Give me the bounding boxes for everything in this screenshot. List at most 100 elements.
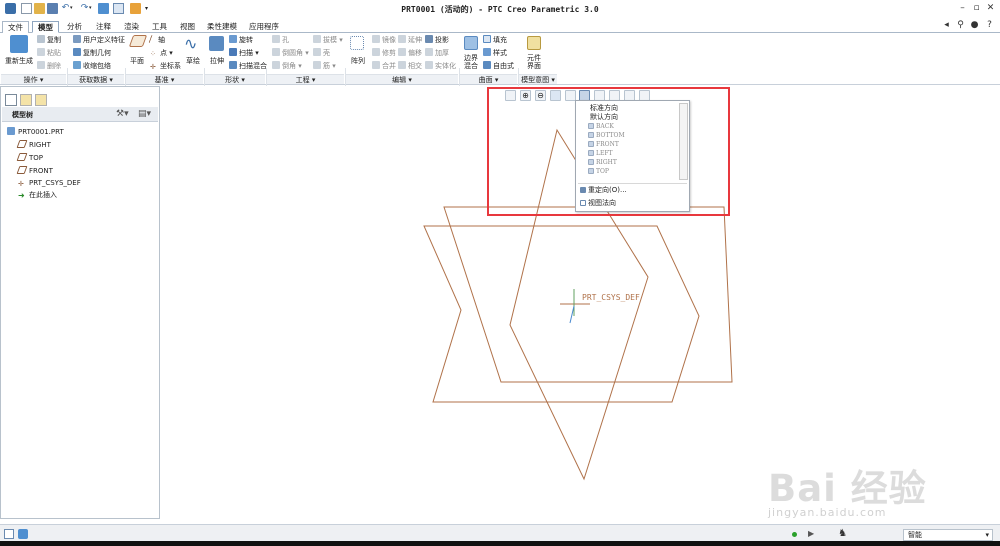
sweep-button[interactable]: 扫描 ▾ — [229, 48, 259, 58]
open-icon[interactable] — [34, 3, 45, 14]
boundary-blend-icon[interactable] — [464, 36, 478, 50]
chamfer-button[interactable]: 倒角 ▾ — [272, 61, 302, 71]
offset-button[interactable]: 偏移 — [398, 48, 422, 58]
model-tree-tab-icon[interactable] — [5, 94, 17, 106]
group-model-intent[interactable]: 模型意图 ▾ — [519, 74, 557, 84]
pattern-button[interactable]: 阵列 — [351, 56, 365, 66]
shrinkwrap-button[interactable]: 收缩包络 — [73, 61, 111, 71]
selection-indicator-icon[interactable]: ▶ — [808, 529, 814, 538]
style-button[interactable]: 样式 — [483, 48, 507, 58]
minimize-icon[interactable]: – — [957, 3, 968, 14]
menu-item-left[interactable]: LEFT — [588, 149, 613, 158]
intersect-button[interactable]: 相交 — [398, 61, 422, 71]
fill-button[interactable]: 填充 — [483, 35, 507, 45]
tree-item-csys[interactable]: ✛ PRT_CSYS_DEF — [18, 178, 81, 188]
tab-render[interactable]: 渲染 — [119, 21, 144, 33]
new-icon[interactable] — [21, 3, 32, 14]
rib-button[interactable]: 筋 ▾ — [313, 61, 336, 71]
tab-tools[interactable]: 工具 — [147, 21, 172, 33]
group-engineering[interactable]: 工程 ▾ — [267, 74, 344, 84]
selection-filter[interactable]: 智能 ▾ — [903, 529, 993, 541]
datum-plane-front[interactable] — [423, 225, 700, 403]
revolve-button[interactable]: 旋转 — [229, 35, 253, 45]
menu-item-default-orientation[interactable]: 默认方向 — [590, 113, 618, 122]
tree-item-insert-here[interactable]: ➜ 在此插入 — [18, 190, 57, 200]
tab-view[interactable]: 视图 — [175, 21, 200, 33]
hole-button[interactable]: 孔 — [272, 35, 289, 45]
menu-item-reorient[interactable]: 重定向(O)... — [580, 186, 627, 195]
menu-item-top[interactable]: TOP — [588, 167, 609, 176]
group-get-data[interactable]: 获取数据 ▾ — [68, 74, 124, 84]
tab-applications[interactable]: 应用程序 — [244, 21, 284, 33]
navigator-toggle-icon[interactable] — [4, 529, 14, 539]
mirror-button[interactable]: 镜像 — [372, 35, 396, 45]
tree-item-top[interactable]: TOP — [16, 153, 43, 163]
tab-annotate[interactable]: 注释 — [91, 21, 116, 33]
menu-scrollbar[interactable] — [679, 103, 688, 180]
browser-toggle-icon[interactable] — [18, 529, 28, 539]
udf-button[interactable]: 用户定义特征 — [73, 35, 125, 45]
shell-button[interactable]: 壳 — [313, 48, 330, 58]
extend-button[interactable]: 延伸 — [398, 35, 422, 45]
swept-blend-button[interactable]: 扫描混合 — [229, 61, 267, 71]
menu-item-right[interactable]: RIGHT — [588, 158, 617, 167]
group-editing[interactable]: 编辑 ▾ — [346, 74, 458, 84]
plane-button[interactable]: 平面 — [130, 56, 144, 66]
tree-settings-icon[interactable]: ⚒▾ — [116, 109, 129, 119]
favorites-tab-icon[interactable] — [35, 94, 47, 106]
tree-filters-icon[interactable]: ▤▾ — [138, 109, 151, 119]
search-icon[interactable]: ⚲ — [955, 20, 966, 31]
help-icon[interactable]: ● — [969, 20, 980, 31]
sketch-button[interactable]: 草绘 — [186, 56, 200, 66]
extrude-button[interactable]: 拉伸 — [210, 56, 224, 66]
regenerate-button[interactable]: 重新生成 — [5, 56, 33, 66]
menu-item-standard-orientation[interactable]: 标准方向 — [590, 104, 618, 113]
boundary-blend-button[interactable]: 边界混合 — [463, 54, 479, 70]
project-button[interactable]: 投影 — [425, 35, 449, 45]
tab-model[interactable]: 模型 — [32, 21, 59, 33]
trim-button[interactable]: 修剪 — [372, 48, 396, 58]
undo-dropdown-icon[interactable]: ▾ — [70, 3, 76, 14]
point-button[interactable]: ⁘ 点 ▾ — [150, 48, 173, 58]
tab-analysis[interactable]: 分析 — [62, 21, 87, 33]
help-dropdown-icon[interactable]: ? — [984, 20, 995, 31]
menu-item-view-normal[interactable]: 视图法向 — [580, 199, 616, 208]
folder-browser-tab-icon[interactable] — [20, 94, 32, 106]
plane-icon[interactable] — [128, 35, 148, 47]
tab-flexible-modeling[interactable]: 柔性建模 — [202, 21, 242, 33]
group-shapes[interactable]: 形状 ▾ — [205, 74, 265, 84]
regenerate-icon[interactable] — [10, 35, 28, 53]
tree-item-part[interactable]: PRT0001.PRT — [7, 127, 64, 137]
menu-item-bottom[interactable]: BOTTOM — [588, 131, 625, 140]
graphics-window[interactable]: PRT_CSYS_DEF ⊕ ⊖ 标准方向 默认方向 BACK BOTTOM F… — [162, 86, 1000, 519]
merge-button[interactable]: 合并 — [372, 61, 396, 71]
window-icon[interactable] — [113, 3, 124, 14]
tab-file[interactable]: 文件 — [2, 21, 29, 33]
group-operations[interactable]: 操作 ▾ — [1, 74, 66, 84]
tree-item-right[interactable]: RIGHT — [16, 140, 51, 150]
close-icon[interactable] — [130, 3, 141, 14]
close-window-icon[interactable]: ✕ — [985, 3, 996, 14]
solidify-button[interactable]: 实体化 — [425, 61, 456, 71]
csys-button[interactable]: ✛ 坐标系 — [150, 61, 181, 71]
axis-button[interactable]: 轴 — [148, 35, 165, 45]
extrude-icon[interactable] — [209, 36, 224, 51]
pattern-icon[interactable] — [350, 36, 364, 50]
find-icon[interactable]: ♞ — [838, 528, 847, 539]
paste-button[interactable]: 粘贴 — [37, 48, 61, 58]
component-interface-button[interactable]: 元件界面 — [526, 54, 542, 70]
delete-button[interactable]: 删除 — [37, 61, 61, 71]
copy-geometry-button[interactable]: 复制几何 — [73, 48, 111, 58]
component-interface-icon[interactable] — [527, 36, 541, 50]
window-options-icon[interactable]: ◂ — [941, 20, 952, 31]
draft-button[interactable]: 拔模 ▾ — [313, 35, 343, 45]
customize-icon[interactable]: ▾ — [145, 3, 151, 14]
save-icon[interactable] — [47, 3, 58, 14]
group-surfaces[interactable]: 曲面 ▾ — [460, 74, 517, 84]
regenerate-icon[interactable] — [98, 3, 109, 14]
maximize-icon[interactable]: ▫ — [971, 3, 982, 14]
thicken-button[interactable]: 加厚 — [425, 48, 449, 58]
menu-item-front[interactable]: FRONT — [588, 140, 619, 149]
freestyle-button[interactable]: 自由式 — [483, 61, 514, 71]
copy-button[interactable]: 复制 — [37, 35, 61, 45]
